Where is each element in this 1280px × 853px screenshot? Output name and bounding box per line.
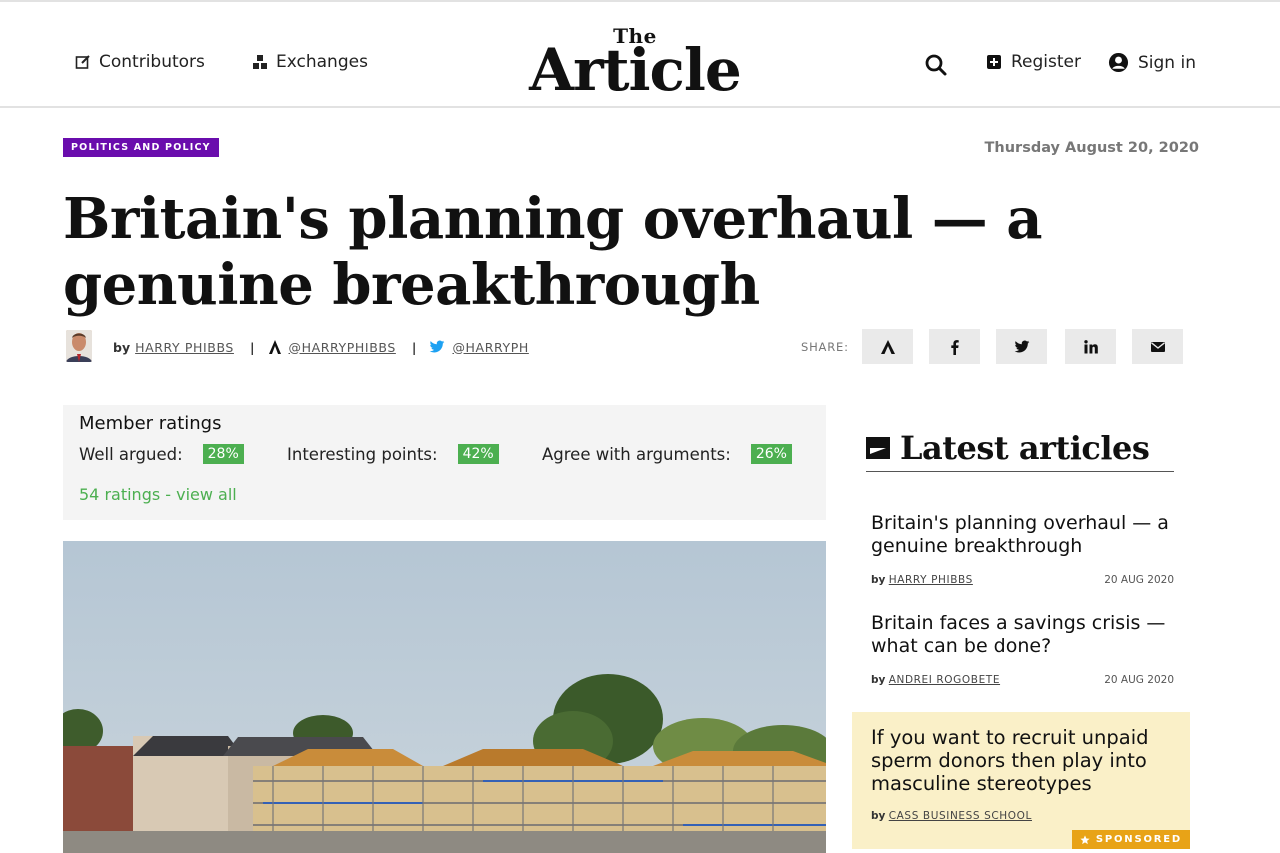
sponsored-badge: SPONSORED <box>1071 830 1190 849</box>
rating-well-argued: Well argued: 28% <box>79 444 244 464</box>
member-ratings-panel: Member ratings Well argued: 28% Interest… <box>63 405 826 520</box>
signin-link[interactable]: Sign in <box>1108 52 1196 73</box>
logo-main-text: Article <box>529 36 742 104</box>
article-date: Thursday August 20, 2020 <box>984 140 1199 156</box>
hero-image <box>63 541 826 853</box>
rating-value: 28% <box>202 444 244 464</box>
rating-interesting-points: Interesting points: 42% <box>287 444 499 464</box>
twitter-icon <box>1014 340 1029 352</box>
signin-label: Sign in <box>1138 52 1196 73</box>
rating-label: Well argued: <box>79 444 183 464</box>
exchanges-link[interactable]: Exchanges <box>252 52 368 72</box>
rating-agree-with-arguments: Agree with arguments: 26% <box>542 444 792 464</box>
sponsored-article-by: by <box>871 810 886 822</box>
star-icon <box>1080 834 1090 844</box>
sponsored-article[interactable]: If you want to recruit unpaid sperm dono… <box>852 712 1190 849</box>
sponsored-article-meta: by CASS BUSINESS SCHOOL <box>871 810 1032 822</box>
latest-article-title[interactable]: Britain's planning overhaul — a genuine … <box>871 512 1174 558</box>
twitter-icon <box>430 340 445 353</box>
article-handle-link[interactable]: @HARRYPHIBBS <box>289 340 396 355</box>
latest-article-item[interactable]: Britain faces a savings crisis — what ca… <box>871 612 1174 686</box>
latest-article-author-link[interactable]: ANDREI ROGOBETE <box>889 674 1000 686</box>
article-handle[interactable]: @HARRYPHIBBS <box>267 339 396 355</box>
register-link[interactable]: Register <box>986 52 1081 72</box>
edit-icon <box>75 55 90 69</box>
twitter-handle[interactable]: @HARRYPH <box>428 339 528 355</box>
latest-article-meta: by ANDREI ROGOBETE 20 AUG 2020 <box>871 674 1174 686</box>
byline-by: by <box>113 339 131 355</box>
user-icon <box>1108 52 1129 73</box>
latest-article-date: 20 AUG 2020 <box>1104 574 1174 586</box>
view-all-ratings-link[interactable]: 54 ratings - view all <box>79 485 237 504</box>
site-header: Contributors Exchanges The Article Regis… <box>0 0 1280 108</box>
rating-value: 42% <box>457 444 499 464</box>
share-article-button[interactable] <box>862 329 913 364</box>
exchanges-label: Exchanges <box>276 52 368 72</box>
construction-site-photo <box>63 541 826 853</box>
share-linkedin-button[interactable] <box>1065 329 1116 364</box>
search-icon <box>925 54 947 76</box>
author-link[interactable]: HARRY PHIBBS <box>135 340 234 355</box>
author-photo <box>66 330 92 362</box>
facebook-icon <box>950 339 959 355</box>
author-avatar[interactable] <box>66 330 92 362</box>
contributors-label: Contributors <box>99 52 205 72</box>
latest-articles-heading: Latest articles <box>866 424 1174 472</box>
register-icon <box>987 55 1001 69</box>
latest-article-meta: by HARRY PHIBBS 20 AUG 2020 <box>871 574 1174 586</box>
latest-article-title[interactable]: Britain faces a savings crisis — what ca… <box>871 612 1174 658</box>
search-button[interactable] <box>924 53 948 77</box>
article-title: Britain's planning overhaul — a genuine … <box>63 186 1043 318</box>
the-article-share-icon <box>880 339 895 354</box>
byline-separator-2: | <box>411 339 417 355</box>
the-article-logo-icon <box>268 340 281 354</box>
latest-article-author-link[interactable]: HARRY PHIBBS <box>889 574 973 586</box>
byline: by HARRY PHIBBS | @HARRYPHIBBS | @HARRYP… <box>113 339 529 355</box>
latest-articles-title: Latest articles <box>900 428 1150 467</box>
twitter-handle-link[interactable]: @HARRYPH <box>452 340 528 355</box>
site-logo[interactable]: The Article <box>515 26 755 104</box>
ratings-title: Member ratings <box>79 413 222 434</box>
byline-separator: | <box>249 339 255 355</box>
rating-value: 26% <box>750 444 792 464</box>
latest-articles-icon <box>866 436 890 459</box>
sponsored-author-link[interactable]: CASS BUSINESS SCHOOL <box>889 810 1032 822</box>
sponsored-article-title[interactable]: If you want to recruit unpaid sperm dono… <box>871 726 1176 795</box>
share-email-button[interactable] <box>1132 329 1183 364</box>
latest-article-by: by <box>871 674 886 686</box>
share-facebook-button[interactable] <box>929 329 980 364</box>
latest-article-date: 20 AUG 2020 <box>1104 674 1174 686</box>
exchanges-icon <box>253 55 267 69</box>
share-twitter-button[interactable] <box>996 329 1047 364</box>
category-badge[interactable]: POLITICS AND POLICY <box>63 138 219 157</box>
rating-label: Interesting points: <box>287 444 438 464</box>
linkedin-icon <box>1083 339 1098 353</box>
share-label: SHARE: <box>801 340 849 354</box>
contributors-link[interactable]: Contributors <box>75 52 205 72</box>
latest-article-by: by <box>871 574 886 586</box>
rating-label: Agree with arguments: <box>542 444 731 464</box>
register-label: Register <box>1011 52 1081 72</box>
email-icon <box>1150 341 1165 352</box>
latest-article-item[interactable]: Britain's planning overhaul — a genuine … <box>871 512 1174 586</box>
sponsored-badge-label: SPONSORED <box>1095 834 1182 845</box>
